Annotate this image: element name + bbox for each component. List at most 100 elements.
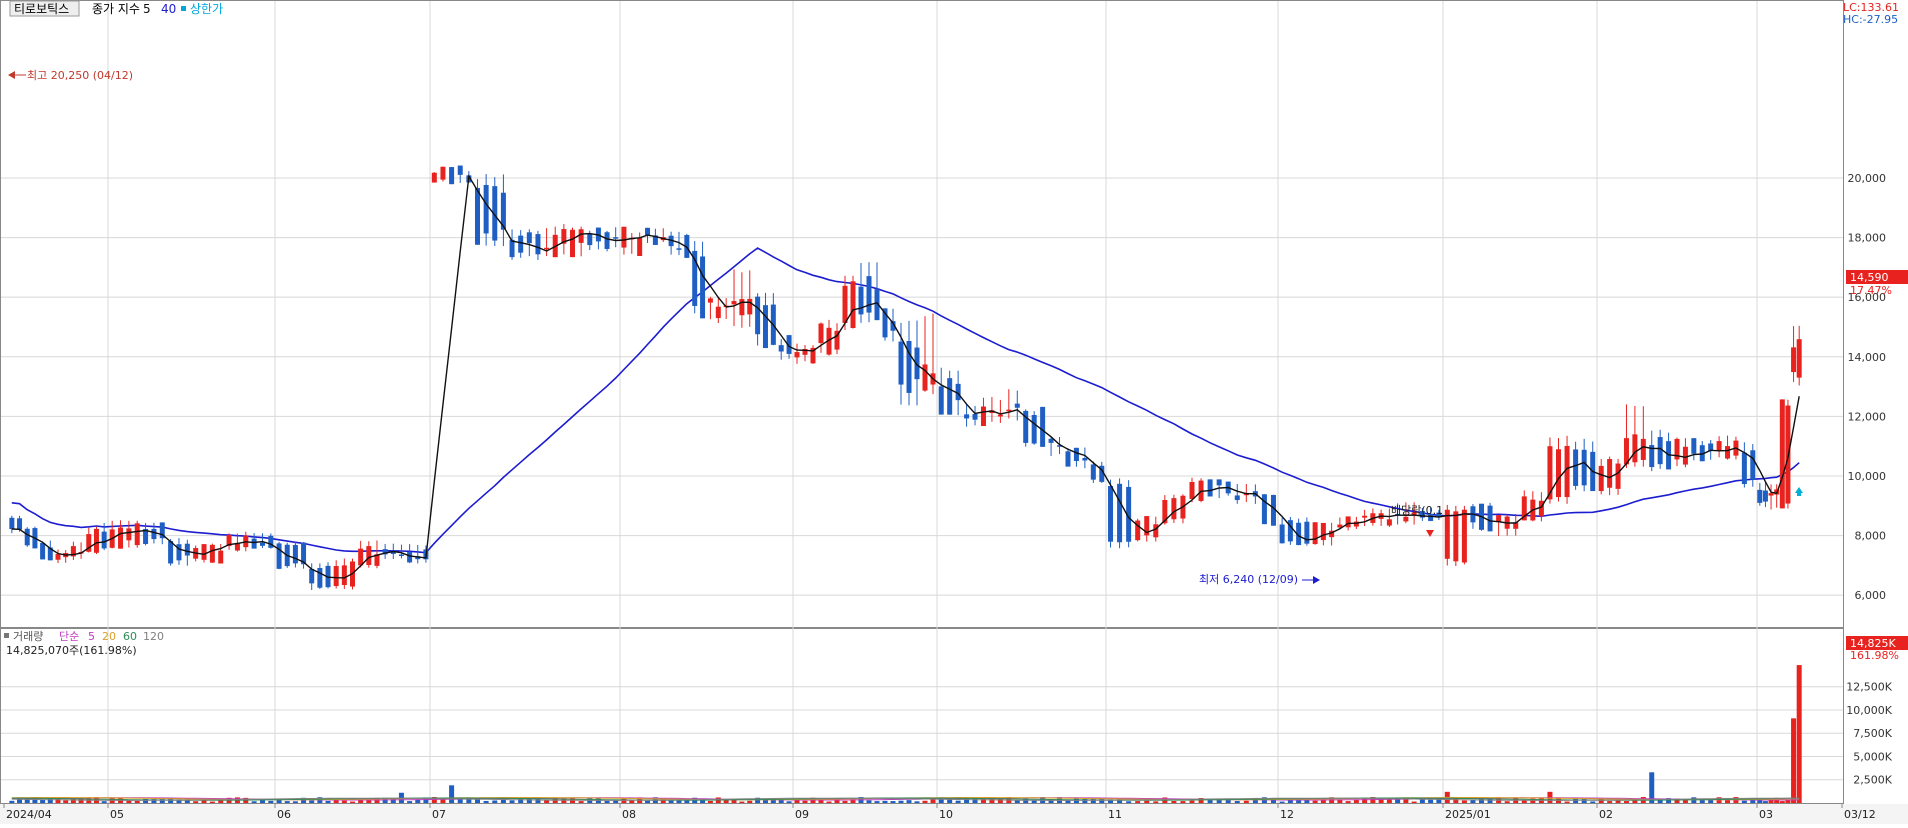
candle-body xyxy=(1386,519,1392,526)
volume-bar xyxy=(890,801,896,803)
volume-bar xyxy=(842,800,848,803)
candle-body xyxy=(509,239,515,258)
volume-info: 14,825,070주(161.98%) xyxy=(6,644,137,657)
candle-body xyxy=(184,543,190,556)
volume-bar xyxy=(739,801,745,803)
candle-body xyxy=(24,528,30,546)
candle-body xyxy=(449,167,455,185)
candle-body xyxy=(604,232,610,249)
volume-bar xyxy=(802,800,808,803)
vol-ma20-legend: 20 xyxy=(102,630,116,643)
candle-body xyxy=(1234,495,1240,501)
volume-bar xyxy=(604,800,610,803)
x-tick-label: 03/12 xyxy=(1844,808,1876,821)
low-annotation: 최저 6,240 (12/09) xyxy=(1199,573,1298,586)
low-arrow-icon xyxy=(1313,576,1320,584)
volume-bar xyxy=(914,801,920,803)
candle-body xyxy=(866,276,872,313)
volume-bar xyxy=(1279,801,1285,803)
vol-ma5-legend: 5 xyxy=(88,630,95,643)
candle-body xyxy=(707,298,713,303)
candle-body xyxy=(1716,441,1722,451)
candle-body xyxy=(1615,463,1621,489)
candle-body xyxy=(292,544,298,564)
price-tick-label: 8,000 xyxy=(1855,530,1887,543)
volume-bar xyxy=(1757,800,1763,803)
volume-bar xyxy=(9,800,15,803)
candle-body xyxy=(747,298,753,315)
limit-up-marker-icon xyxy=(1795,487,1803,493)
candle-body xyxy=(1320,522,1326,541)
volume-bar xyxy=(1623,801,1629,803)
candle-body xyxy=(118,527,124,549)
candle-body xyxy=(1444,509,1450,559)
candle-body xyxy=(9,517,15,530)
volume-bars-layer xyxy=(9,665,1802,803)
candle-body xyxy=(1031,415,1037,444)
stock-chart-window: 2024/04 05 06 07 08 09 10 11 12 2025/01 02 03 03/12 6… xyxy=(0,0,1908,824)
candle-body xyxy=(1757,489,1763,503)
volume-bar xyxy=(1428,799,1434,803)
volume-bar xyxy=(101,801,107,803)
volume-bar xyxy=(578,801,584,803)
vol-ma60-legend: 60 xyxy=(123,630,137,643)
axis-ticks: 2024/04 05 06 07 08 09 10 11 12 2025/01 02 03 03/12 6… xyxy=(3,172,1893,821)
volume-bar xyxy=(645,800,651,803)
candle-body xyxy=(151,528,157,540)
candle-body xyxy=(578,229,584,243)
price-tick-label: 18,000 xyxy=(1848,232,1887,245)
candle-body xyxy=(1632,434,1638,463)
candle-body xyxy=(309,568,315,584)
volume-bar xyxy=(898,800,904,803)
candle-body xyxy=(317,568,323,588)
candle-body xyxy=(1362,515,1368,518)
candle-body xyxy=(259,542,265,546)
candle-body xyxy=(997,414,1003,417)
volume-bar xyxy=(1180,801,1186,803)
candle-body xyxy=(1090,464,1096,480)
volume-bar xyxy=(40,799,46,803)
candle-body xyxy=(1768,493,1774,496)
volume-bar xyxy=(1014,800,1020,803)
candle-body xyxy=(457,165,463,175)
candle-body xyxy=(1556,449,1561,498)
x-tick-label: 06 xyxy=(277,808,291,821)
volume-bar xyxy=(1504,801,1510,803)
volume-bar xyxy=(818,800,824,803)
candle-body xyxy=(518,235,524,253)
volume-bar xyxy=(341,800,347,803)
candles-layer xyxy=(9,165,1802,591)
candle-body xyxy=(1216,479,1222,486)
volume-bar xyxy=(535,798,541,803)
candle-body xyxy=(1598,465,1604,492)
price-tick-label: 14,000 xyxy=(1848,351,1887,364)
candle-body xyxy=(1171,498,1177,520)
dividend-annotation: 배당락(0.1 xyxy=(1391,504,1443,517)
candle-body xyxy=(1779,399,1785,509)
candle-body xyxy=(1345,516,1351,528)
candle-body xyxy=(818,323,824,344)
candle-body xyxy=(1207,479,1213,497)
candle-body xyxy=(676,248,682,250)
candle-body xyxy=(1453,511,1459,562)
x-tick-label: 02 xyxy=(1599,808,1613,821)
volume-bar xyxy=(955,800,961,803)
volume-bar xyxy=(1126,801,1132,803)
volume-tick-label: 10,000K xyxy=(1846,704,1892,717)
limit-up-legend: 상한가 xyxy=(190,2,223,16)
candle-body xyxy=(1040,406,1046,447)
candle-body xyxy=(218,550,224,564)
volume-bar xyxy=(1411,801,1417,803)
volume-bar xyxy=(134,800,140,803)
candle-body xyxy=(268,535,274,548)
volume-bar xyxy=(284,801,290,803)
x-tick-label: 03 xyxy=(1759,808,1773,821)
volume-bar xyxy=(1153,801,1159,803)
candle-body xyxy=(842,285,848,323)
volume-bar xyxy=(1564,801,1570,803)
candle-body xyxy=(1082,458,1088,461)
stock-name[interactable]: 티로보틱스 xyxy=(14,2,69,16)
candle-body xyxy=(778,345,784,352)
candle-body xyxy=(93,528,99,553)
candle-body xyxy=(1573,449,1579,486)
